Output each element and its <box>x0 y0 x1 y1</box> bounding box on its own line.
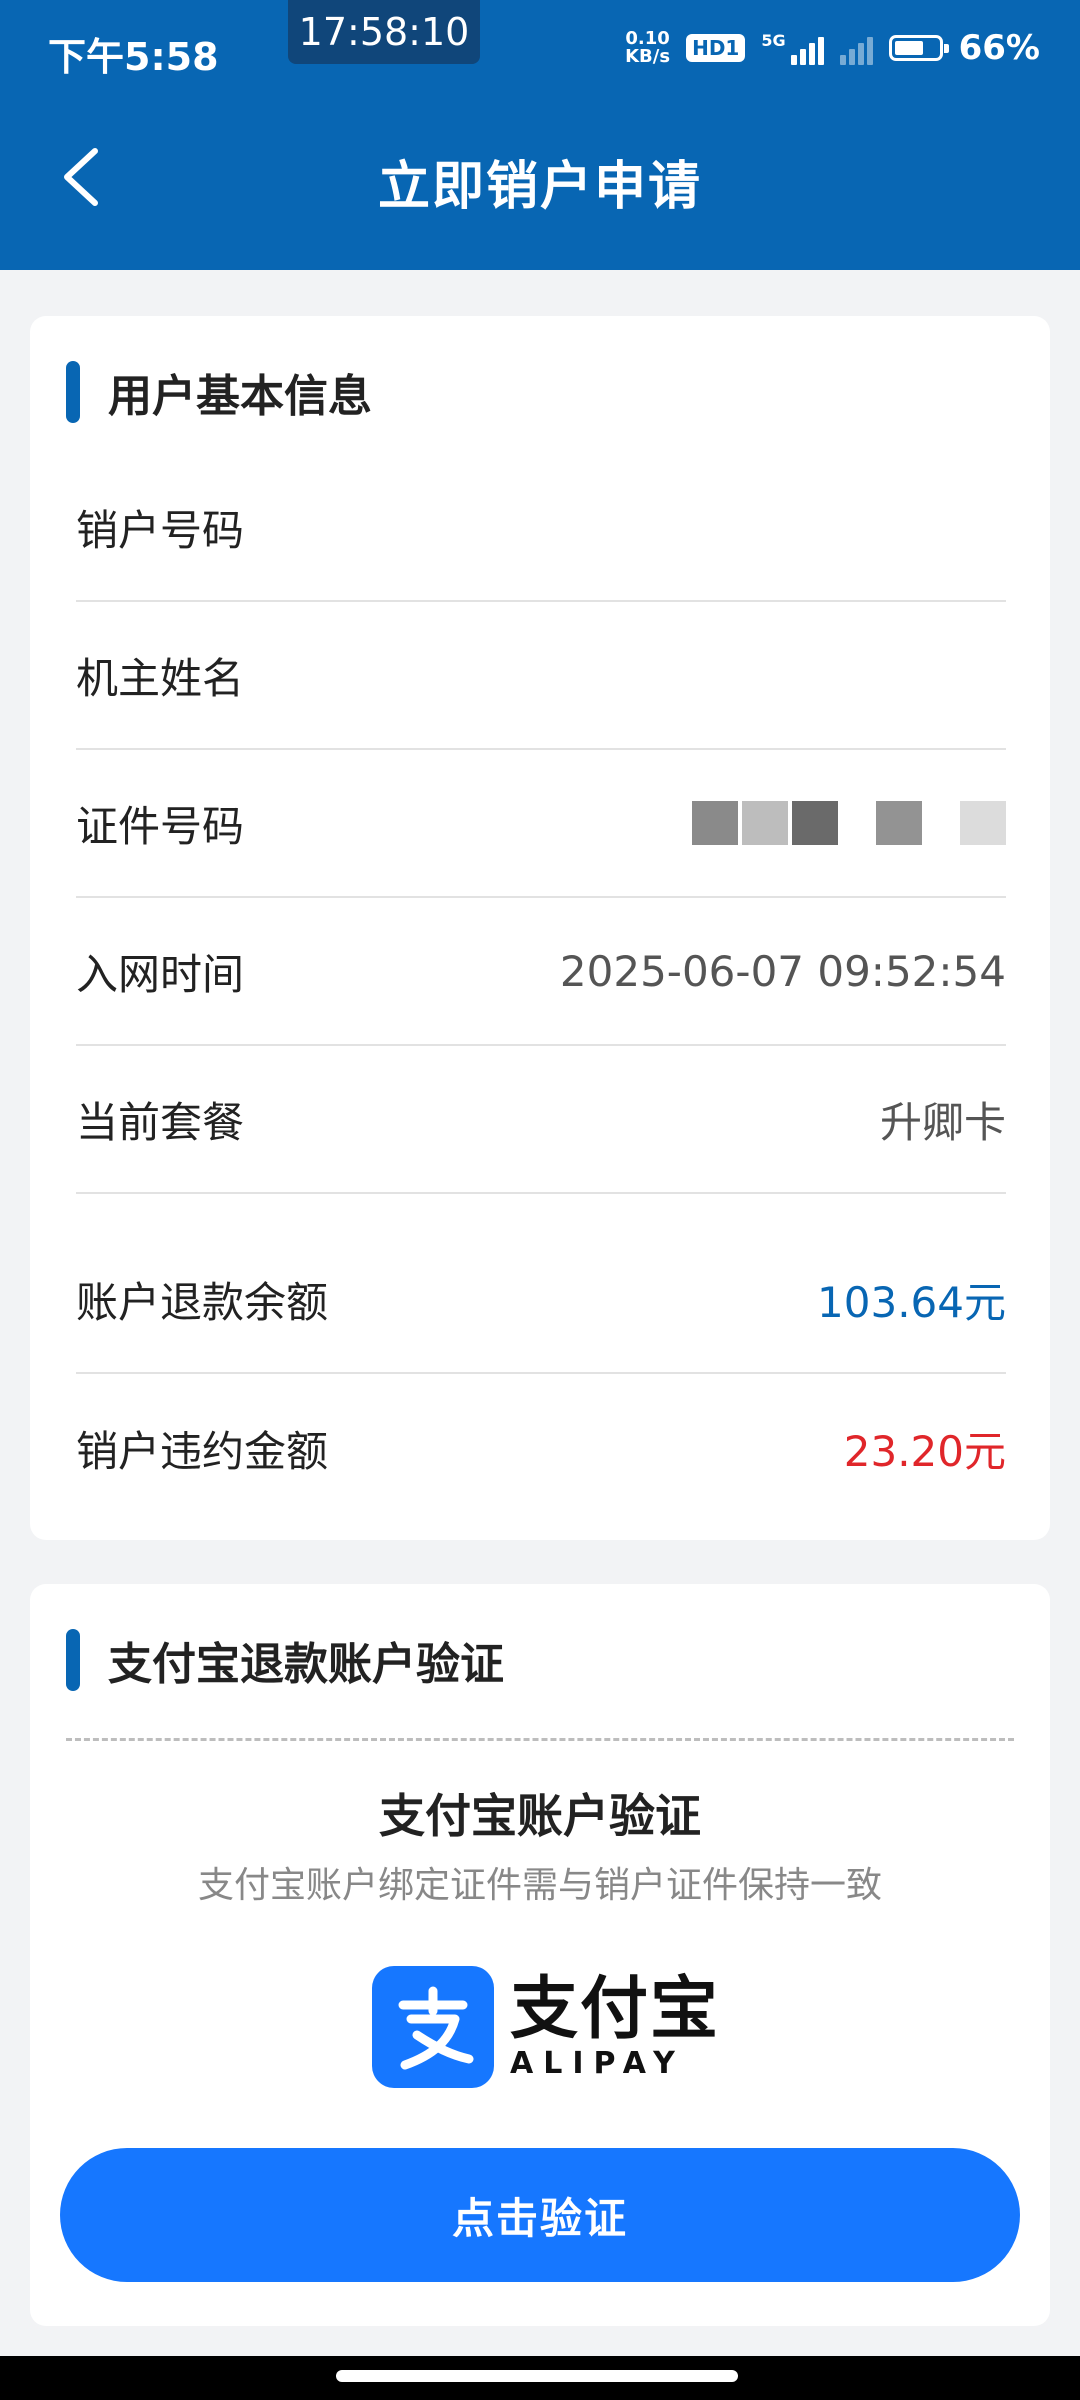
refund-balance-value: 103.64元 <box>817 1277 1006 1327</box>
row-label: 机主姓名 <box>76 653 245 703</box>
battery-percent: 66% <box>958 28 1040 68</box>
clock-overlay: 17:58:10 <box>288 0 480 64</box>
row-cancel-number: 销户号码 <box>76 454 1006 602</box>
alipay-logo-icon <box>372 1966 494 2088</box>
row-label: 销户号码 <box>76 505 245 555</box>
signal-secondary-icon <box>839 31 873 65</box>
alipay-section-header: 支付宝退款账户验证 <box>66 1628 504 1692</box>
alipay-logo-cn: 支付宝 <box>510 1970 721 2049</box>
id-number-mask <box>692 801 1006 845</box>
row-owner-name: 机主姓名 <box>76 602 1006 750</box>
system-nav-bar <box>0 2356 1080 2400</box>
row-refund-balance: 账户退款余额 103.64元 <box>76 1226 1006 1374</box>
current-plan-value: 升卿卡 <box>879 1097 1006 1147</box>
row-label: 证件号码 <box>76 801 245 851</box>
status-bar: 下午5:58 17:58:10 0.10 KB/s HD1 5G 66% <box>0 0 1080 100</box>
row-id-number: 证件号码 <box>76 750 1006 898</box>
network-speed: 0.10 KB/s <box>625 30 670 66</box>
section-accent-bar <box>66 1629 80 1691</box>
alipay-logo: 支付宝 ALIPAY <box>372 1966 720 2088</box>
verify-button[interactable]: 点击验证 <box>60 2148 1020 2282</box>
status-icons: 0.10 KB/s HD1 5G 66% <box>625 28 1040 68</box>
battery-fill <box>894 41 923 55</box>
user-info-section-header: 用户基本信息 <box>66 360 372 424</box>
signal-5g-icon: 5G <box>761 31 824 65</box>
row-current-plan: 当前套餐 升卿卡 <box>76 1046 1006 1194</box>
row-label: 账户退款余额 <box>76 1277 329 1327</box>
network-type-label: 5G <box>761 31 786 50</box>
section-accent-bar <box>66 361 80 423</box>
status-time: 下午5:58 <box>48 35 219 79</box>
alipay-verify-card: 支付宝退款账户验证 支付宝账户验证 支付宝账户绑定证件需与销户证件保持一致 支付… <box>30 1584 1050 2326</box>
page-title: 立即销户申请 <box>377 157 702 217</box>
user-info-section-title: 用户基本信息 <box>108 371 372 422</box>
net-speed-unit: KB/s <box>625 46 671 67</box>
user-info-card: 用户基本信息 销户号码 机主姓名 证件号码 入网时间 2025-06-07 09… <box>30 316 1050 1540</box>
row-join-time: 入网时间 2025-06-07 09:52:54 <box>76 898 1006 1046</box>
home-indicator[interactable] <box>336 2370 738 2382</box>
verify-title: 支付宝账户验证 <box>379 1789 701 1843</box>
battery-icon <box>888 35 949 61</box>
dashed-divider <box>66 1738 1014 1741</box>
hd-icon: HD1 <box>686 34 746 62</box>
row-penalty-amount: 销户违约金额 23.20元 <box>76 1374 1006 1522</box>
penalty-amount-value: 23.20元 <box>843 1426 1006 1476</box>
alipay-logo-en: ALIPAY <box>510 2046 685 2081</box>
alipay-wordmark: 支付宝 ALIPAY <box>510 1973 720 2081</box>
join-time-value: 2025-06-07 09:52:54 <box>559 946 1006 996</box>
nav-bar: 立即销户申请 <box>0 100 1080 270</box>
row-label: 销户违约金额 <box>76 1426 329 1476</box>
row-label: 入网时间 <box>76 949 245 999</box>
alipay-section-title: 支付宝退款账户验证 <box>108 1639 504 1690</box>
app-header: 下午5:58 17:58:10 0.10 KB/s HD1 5G 66% 立即销… <box>0 0 1080 270</box>
verify-subtitle: 支付宝账户绑定证件需与销户证件保持一致 <box>197 1865 882 1906</box>
row-label: 当前套餐 <box>76 1097 245 1147</box>
